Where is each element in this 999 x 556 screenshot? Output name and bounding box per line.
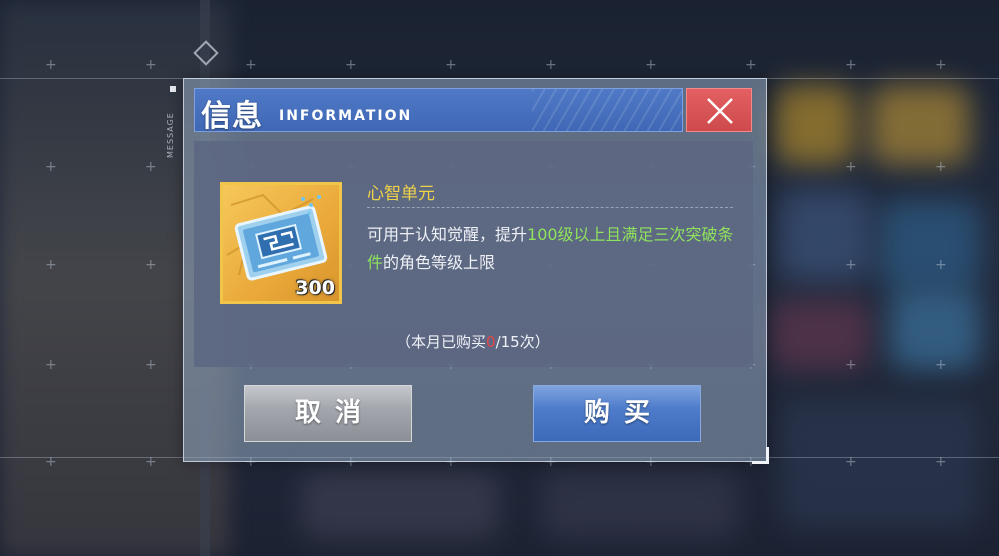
description-prefix: 可用于认知觉醒，提升 [367,225,528,244]
button-shine [245,386,411,408]
count-current: 0 [486,333,496,351]
item-description: 可用于认知觉醒，提升100级以上且满足三次突破条件的角色等级上限 [367,221,737,277]
plus-marker-icon: + [45,454,57,470]
plus-marker-icon: + [445,57,457,73]
plus-marker-icon: + [45,57,57,73]
monthly-purchase-count: （本月已购买0/15次） [396,331,550,352]
plus-marker-icon: + [845,57,857,73]
plus-marker-icon: + [45,357,57,373]
background-tile [540,470,740,540]
background-tile [300,470,500,540]
plus-marker-icon: + [345,57,357,73]
plus-marker-icon: + [145,454,157,470]
cancel-button[interactable]: 取消 [244,385,412,442]
message-side-tag: MESSAGE [166,112,175,158]
dialog-title: 信息 [201,99,263,134]
description-suffix: 的角色等级上限 [383,253,496,272]
plus-marker-icon: + [935,257,947,273]
dialog-header: 信息 INFORMATION [194,88,683,134]
mind-unit-chip-icon: 300 [223,185,339,301]
item-name: 心智单元 [367,184,435,204]
close-x-icon [707,98,733,124]
plus-marker-icon: + [145,357,157,373]
plus-marker-icon: + [745,57,757,73]
plus-marker-icon: + [145,159,157,175]
background-tile [880,200,980,290]
plus-marker-icon: + [45,159,57,175]
background-tile [870,85,970,165]
dialog-subtitle: INFORMATION [279,108,413,124]
plus-marker-icon: + [935,57,947,73]
plus-marker-icon: + [245,57,257,73]
plus-marker-icon: + [845,159,857,175]
plus-marker-icon: + [845,357,857,373]
plus-marker-icon: + [935,159,947,175]
button-shine [534,386,700,408]
item-quantity: 300 [295,277,335,299]
count-suffix: /15次） [495,333,550,351]
buy-button[interactable]: 购买 [533,385,701,442]
plus-marker-icon: + [45,257,57,273]
count-prefix: （本月已购买 [396,333,487,351]
plus-marker-icon: + [845,454,857,470]
background-tile [775,85,855,165]
background-tile [780,400,980,530]
dialog-corner-accent [752,447,769,464]
header-stripes [532,89,682,131]
plus-marker-icon: + [545,57,557,73]
dialog-content: 300 心智单元 可用于认知觉醒，提升100级以上且满足三次突破条件的角色等级上… [194,141,753,367]
item-icon-frame: 300 [220,182,342,304]
plus-marker-icon: + [935,357,947,373]
plus-marker-icon: + [145,57,157,73]
close-button[interactable] [686,88,752,132]
plus-marker-icon: + [145,257,157,273]
plus-marker-icon: + [935,454,947,470]
divider-dashed [367,207,733,208]
plus-marker-icon: + [645,57,657,73]
info-dialog: 信息 INFORMATION 300 心智单元 可用于认知觉醒，提升100级以上… [183,78,769,464]
plus-marker-icon: + [845,257,857,273]
